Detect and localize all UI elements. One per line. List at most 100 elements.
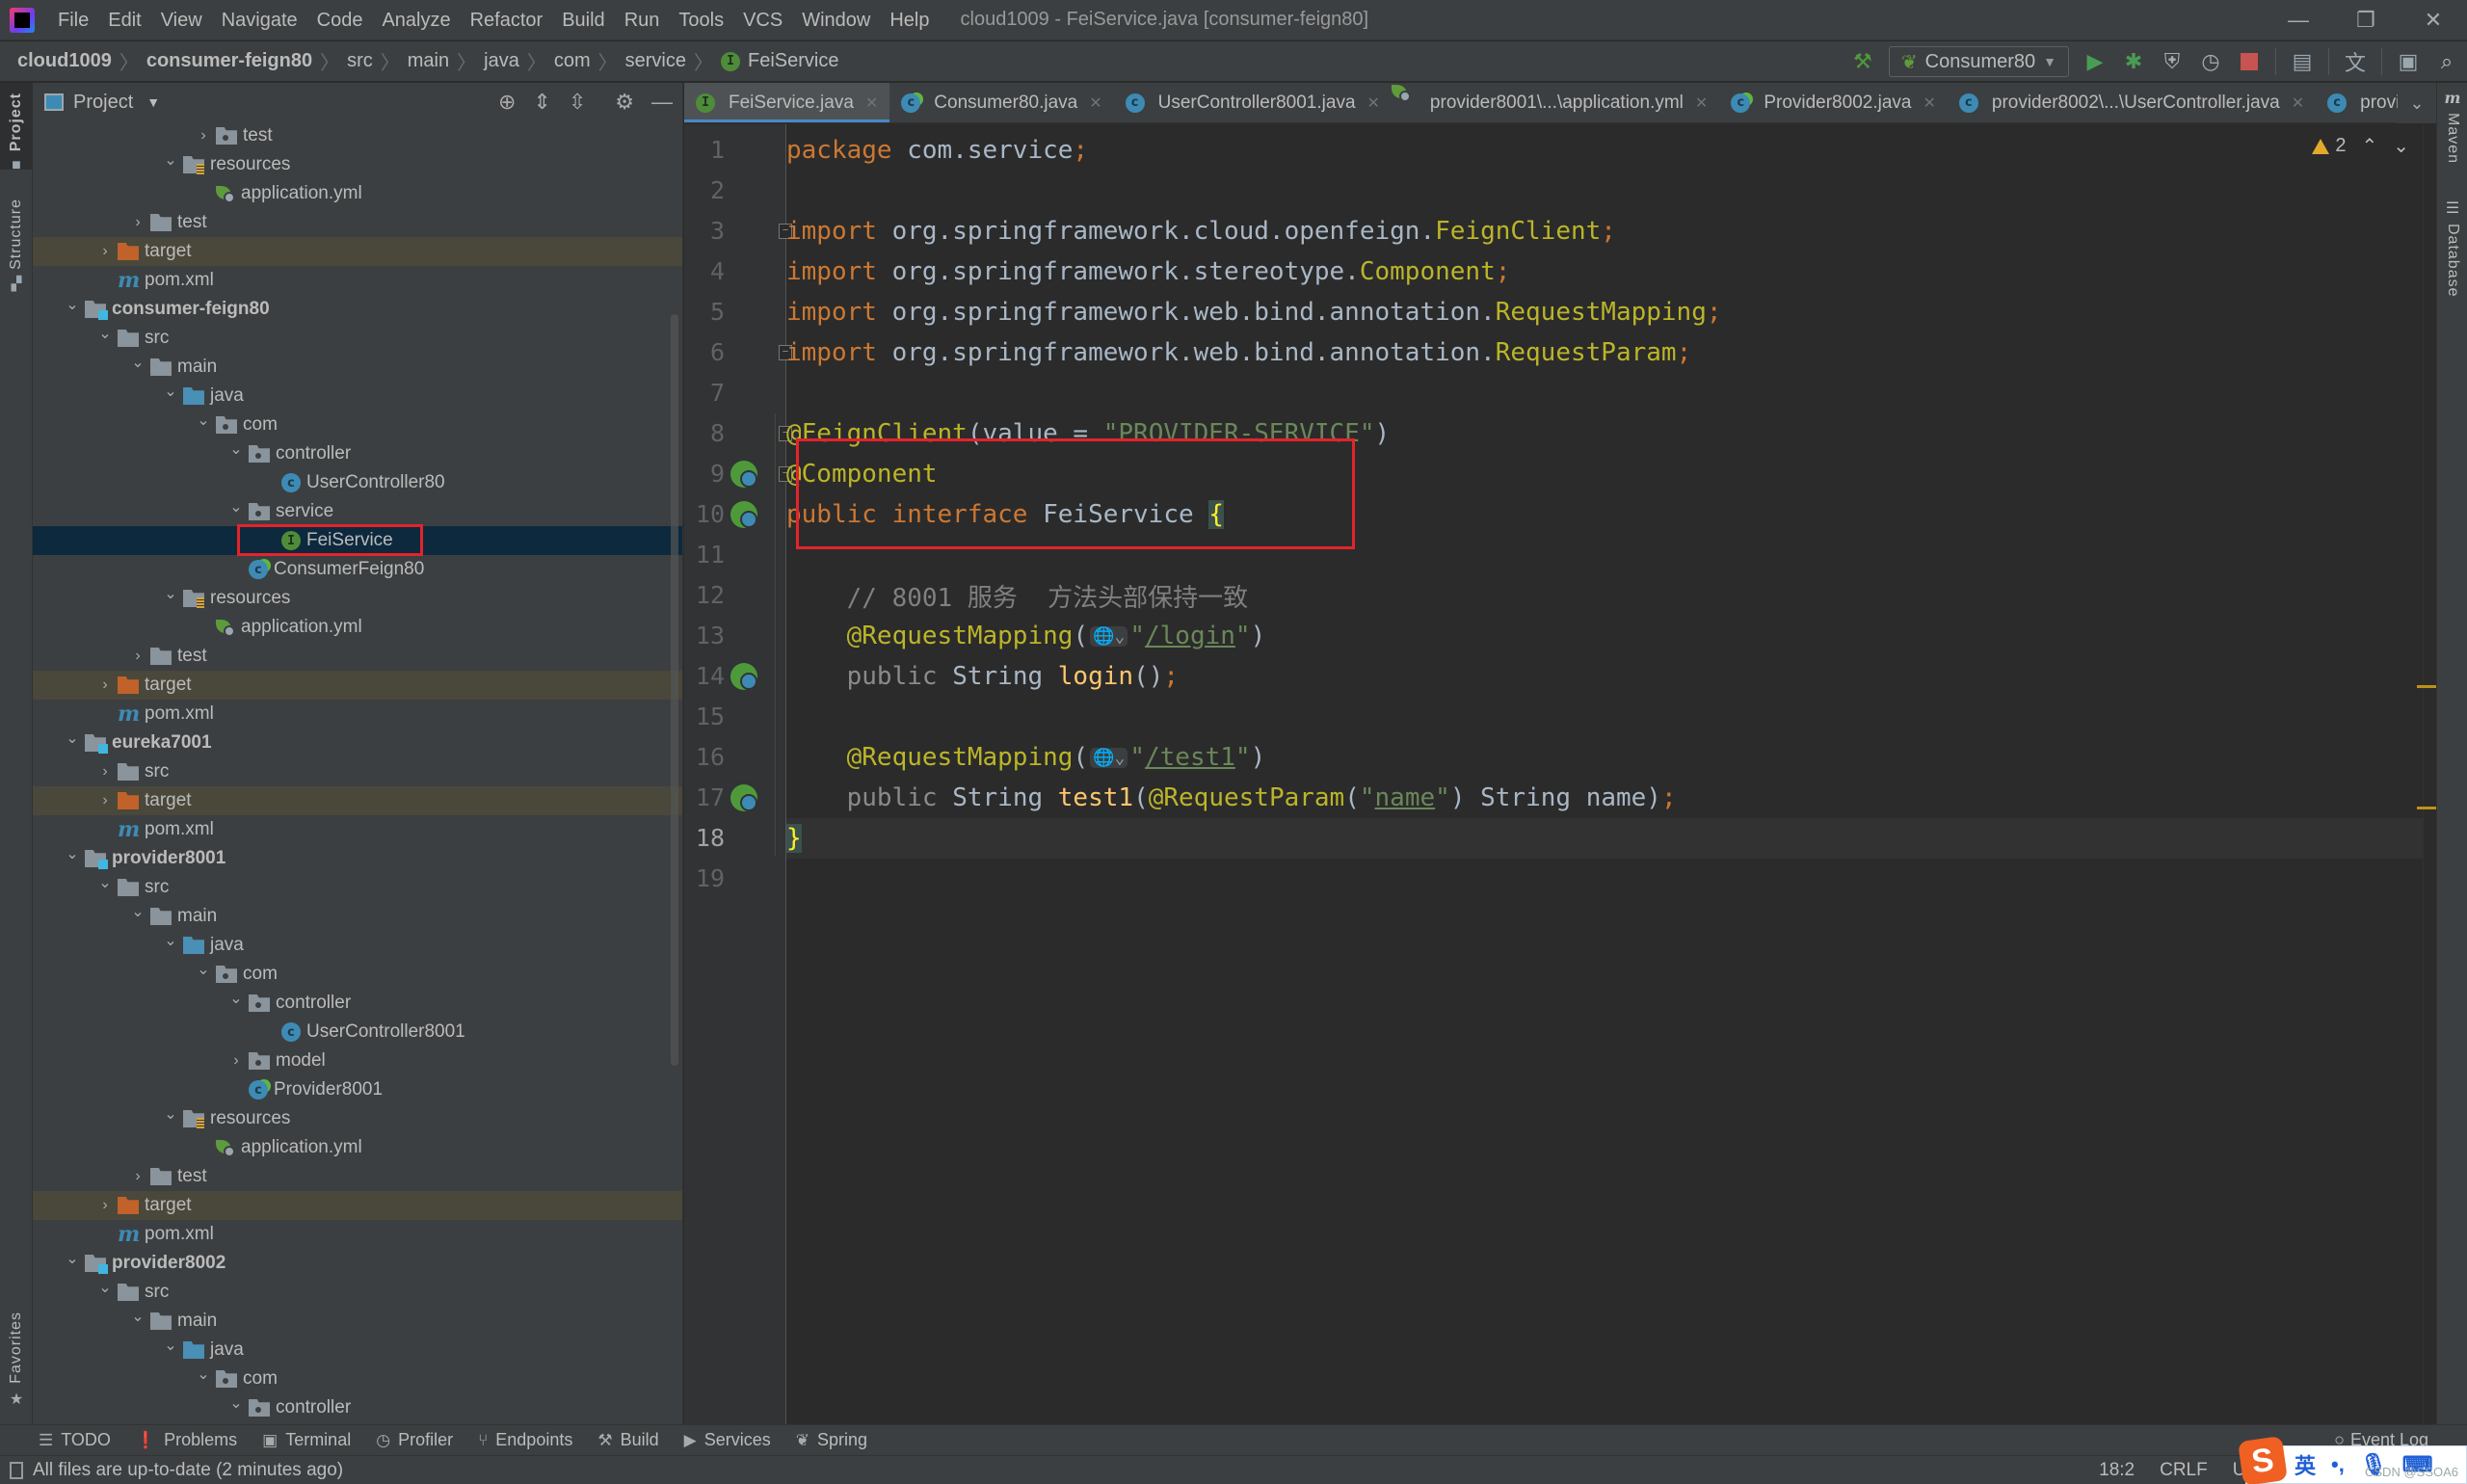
chevron-down-icon[interactable]: ⌄ [158,150,183,170]
url-reference[interactable]: /login [1145,622,1235,650]
chevron-down-icon[interactable]: ⌄ [125,353,150,372]
code-editor[interactable]: 1 2 3−4 5 6−7 8−9−10 11 12 13 14 15 16 17 18 19 packag… [684,124,2436,1424]
tree-item[interactable]: › target [33,1191,682,1220]
chevron-down-icon[interactable]: ⌄ [125,902,150,921]
breadcrumb-item[interactable]: consumer-feign80 [143,50,316,72]
next-highlight-icon[interactable]: ⌄ [2393,134,2409,158]
close-tab-icon[interactable]: ✕ [1923,93,1935,113]
tree-item[interactable]: m pom.xml [33,1220,682,1249]
tree-item[interactable]: c UserController8001 [33,1018,682,1047]
endpoint-gutter-icon[interactable] [730,663,757,690]
chevron-down-icon[interactable]: ⌄ [191,960,216,979]
chevron-down-icon[interactable]: ⌄ [191,411,216,430]
collapse-all-icon[interactable]: ⇳ [569,90,586,115]
tree-item[interactable]: ⌄ provider8002 [33,1249,682,1278]
tool-window-build[interactable]: ⚒ Build [597,1430,658,1450]
menu-refactor[interactable]: Refactor [461,0,553,40]
stop-icon[interactable] [2237,49,2262,74]
favorites-tool-tab[interactable]: Favorites ★ [0,1312,33,1408]
tool-window-services[interactable]: ▶ Services [684,1430,771,1450]
chevron-down-icon[interactable]: ⌄ [224,989,249,1008]
warning-marker[interactable] [2417,685,2436,688]
tree-item[interactable]: ⌄ com [33,960,682,989]
run-icon[interactable]: ▶ [2082,49,2108,74]
caret-position[interactable]: 18:2 [2099,1460,2135,1481]
editor-tab[interactable]: c UserController8001.java ✕ [1114,83,1392,122]
editor-tab[interactable]: I FeiService.java ✕ [684,83,890,122]
previous-highlight-icon[interactable]: ⌃ [2361,134,2377,158]
tree-item[interactable]: c UserController80 [33,468,682,497]
tree-item[interactable]: › test [33,1162,682,1191]
project-structure-icon[interactable]: ▤ [2290,49,2315,74]
tree-item[interactable]: ⌄ provider8001 [33,844,682,873]
tree-item[interactable]: ⌄ resources [33,584,682,613]
tree-item[interactable]: application.yml [33,613,682,642]
locate-file-icon[interactable]: ⊕ [498,90,516,115]
breadcrumb-file[interactable]: I FeiService [717,50,842,72]
editor-tab[interactable]: c provider8002\...\UserController.java ✕ [1948,83,2316,122]
menu-help[interactable]: Help [880,0,939,40]
warning-marker[interactable] [2417,807,2436,809]
chevron-down-icon[interactable]: ⌄ [158,584,183,603]
chevron-down-icon[interactable]: ⌄ [93,324,118,343]
menu-build[interactable]: Build [552,0,614,40]
chevron-down-icon[interactable]: ⌄ [125,1307,150,1326]
menu-file[interactable]: File [48,0,98,40]
close-tab-icon[interactable]: ✕ [1695,93,1708,113]
chevron-right-icon[interactable]: › [93,1197,118,1214]
editor-tab[interactable]: c Provider8002.java ✕ [1719,83,1948,122]
breadcrumb-item[interactable]: cloud1009 [13,50,116,72]
tree-item[interactable]: › test [33,121,682,150]
chevron-right-icon[interactable]: › [125,648,150,665]
structure-tool-tab[interactable]: Structure ▞ [0,199,33,295]
tool-window-problems[interactable]: ❗ Problems [136,1430,237,1450]
close-tab-icon[interactable]: ✕ [1367,93,1380,113]
breadcrumb-item[interactable]: java [480,50,523,72]
chevron-down-icon[interactable]: ⌄ [158,931,183,950]
menu-edit[interactable]: Edit [98,0,150,40]
database-tool-tab[interactable]: ☰ Database [2437,199,2467,298]
chevron-down-icon[interactable]: ⌄ [93,873,118,892]
tree-item[interactable]: m pom.xml [33,700,682,729]
chevron-right-icon[interactable]: › [125,1168,150,1185]
tree-item[interactable]: › model [33,1047,682,1075]
tree-item[interactable]: ⌄ controller [33,1393,682,1422]
tree-item[interactable]: application.yml [33,1133,682,1162]
run-configuration-select[interactable]: ❦ Consumer80 ▼ [1888,46,2069,77]
tree-item[interactable]: › target [33,786,682,815]
chevron-down-icon[interactable]: ⌄ [224,1393,249,1413]
ime-language[interactable]: 英 [2295,1449,2316,1480]
expand-all-icon[interactable]: ⇕ [533,90,550,115]
tree-item[interactable]: c ConsumerFeign80 [33,555,682,584]
profile-icon[interactable]: ◷ [2198,49,2223,74]
tree-item[interactable]: ⌄ java [33,931,682,960]
tree-item[interactable]: ⌄ src [33,873,682,902]
tool-window-profiler[interactable]: ◷ Profiler [376,1430,453,1450]
menu-code[interactable]: Code [307,0,373,40]
project-scrollbar[interactable] [671,314,678,1066]
tree-item[interactable]: ⌄ java [33,382,682,411]
menu-tools[interactable]: Tools [669,0,733,40]
tree-item[interactable]: ⌄ main [33,1307,682,1336]
tree-item[interactable]: ⌄ com [33,411,682,439]
project-view-select[interactable]: Project [73,92,133,114]
menu-view[interactable]: View [151,0,212,40]
chevron-down-icon[interactable]: ⌄ [60,1249,85,1268]
tree-item[interactable]: › src [33,757,682,786]
breadcrumb-item[interactable]: com [550,50,595,72]
close-tab-icon[interactable]: ✕ [865,93,878,113]
tool-window-spring[interactable]: ❦ Spring [796,1430,867,1450]
editor-tab[interactable]: c Consumer80.java ✕ [889,83,1113,122]
url-reference[interactable]: name [1375,783,1436,812]
search-icon[interactable]: ⌕ [2434,49,2459,74]
tool-window-todo[interactable]: ☰ TODO [39,1430,111,1450]
menu-run[interactable]: Run [615,0,670,40]
editor-tab[interactable]: provider8001\...\application.yml ✕ [1391,83,1719,122]
open-in-http-client-icon[interactable]: 🌐⌄ [1090,625,1128,647]
tree-item[interactable]: ⌄ src [33,1278,682,1307]
debug-icon[interactable]: ✱ [2121,49,2146,74]
chevron-right-icon[interactable]: › [191,127,216,145]
hide-panel-icon[interactable]: — [651,90,673,115]
chevron-right-icon[interactable]: › [93,676,118,694]
chevron-right-icon[interactable]: › [93,763,118,781]
